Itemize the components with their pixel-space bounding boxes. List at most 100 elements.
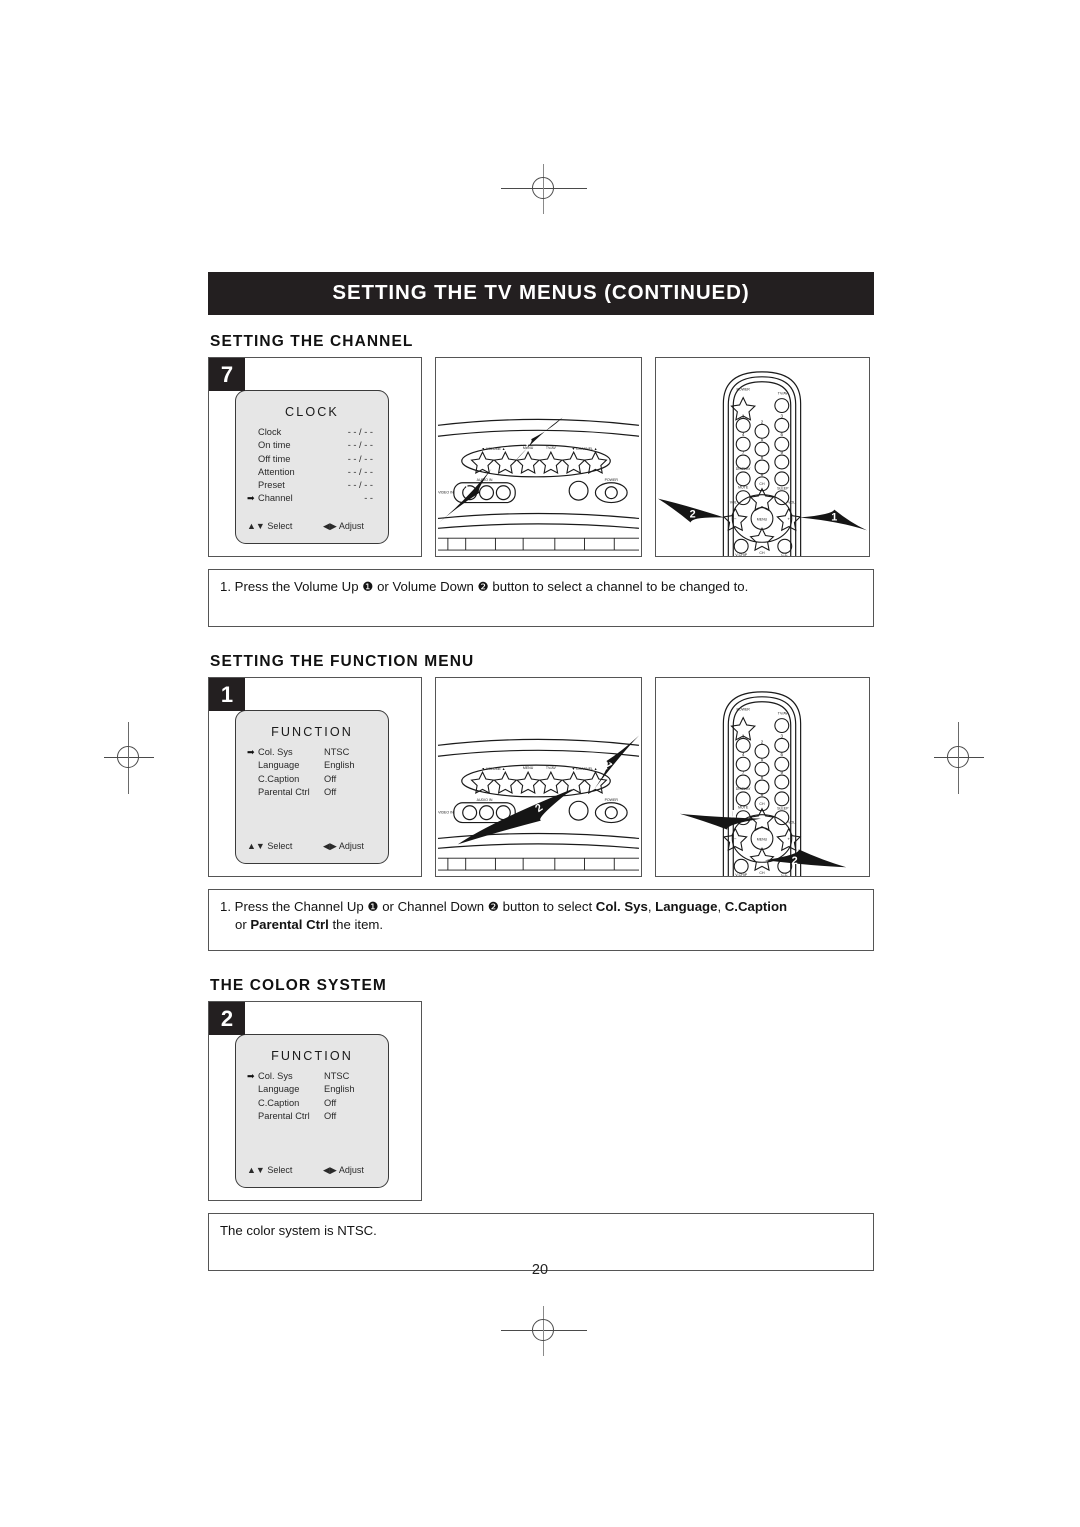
callout-number-1: 1 <box>519 438 532 449</box>
osd-row-value: - - <box>364 493 373 504</box>
osd-footer-select-hint: ▲▼ Select <box>247 521 293 531</box>
page-banner-title: SETTING THE TV MENUS (CONTINUED) <box>208 272 874 315</box>
glyph-plus: + <box>787 836 790 841</box>
key-number-2: 2 <box>761 739 764 744</box>
label-menu: MENU <box>757 517 768 521</box>
osd-footer-adjust-hint: ◀▶ Adjust <box>323 841 364 851</box>
glyph-minus: − <box>734 516 737 521</box>
button-1 <box>735 417 751 433</box>
callout-arrow-2: 2 <box>764 849 847 867</box>
label-ch-up: CH <box>759 482 765 486</box>
star-button-channel-down <box>749 847 775 872</box>
osd-row[interactable]: Language English <box>247 759 377 772</box>
star-button-tvav <box>538 450 564 474</box>
osd-row-value: NTSC <box>324 1071 350 1081</box>
speaker-grille <box>437 857 640 871</box>
osd-row-selected[interactable]: ➡ Col. Sys NTSC <box>247 746 377 759</box>
callout-number-2: 2 <box>792 855 798 867</box>
star-button-channel-up <box>583 770 608 794</box>
indicator-led <box>568 480 589 501</box>
button-4 <box>735 756 751 772</box>
selection-arrow-icon: ➡ <box>247 1071 255 1081</box>
tv-cabinet-seam <box>437 749 640 757</box>
remote-control-illustration-channel: POWER TV/AV DISPLAY MUTE SLEEP CH CH VOL… <box>655 357 870 557</box>
regmark-circle <box>117 746 139 768</box>
label-tvav: TV/AV <box>778 392 789 396</box>
star-button-volume-up <box>493 450 518 474</box>
label-video-in: VIDEO IN <box>438 491 454 495</box>
audio-in-jack-left <box>478 485 495 501</box>
osd-row-value: - - / - - <box>347 480 373 491</box>
key-number-6: 6 <box>781 432 784 437</box>
osd-footer-select-hint: ▲▼ Select <box>247 1165 293 1175</box>
label-cc: C.C. <box>781 873 788 876</box>
selection-arrow-icon <box>247 759 258 772</box>
osd-row[interactable]: Parental Ctrl Off <box>247 786 377 799</box>
label-power: POWER <box>736 388 750 392</box>
osd-row-value: Off <box>324 1097 337 1108</box>
glyph-plus: + <box>787 516 790 521</box>
callout-arrow-1: 1 <box>679 809 762 830</box>
osd-row[interactable]: Attention - - / - - <box>247 466 377 479</box>
selection-arrow-icon <box>247 1097 258 1110</box>
osd-row[interactable]: Language English <box>247 1083 377 1096</box>
button-6 <box>774 756 790 772</box>
label-sleep: SLEEP <box>777 487 789 491</box>
osd-row[interactable]: On time - - / - - <box>247 439 377 452</box>
panel-row-setting-the-channel: 7 CLOCK Clock - - / - - On time - - / - … <box>208 357 874 557</box>
instruction-note-channel: 1. Press the Volume Up ❶ or Volume Down … <box>208 569 874 627</box>
label-vol-up: VOL <box>788 501 795 505</box>
tv-cabinet-base-edge <box>437 523 640 529</box>
osd-row[interactable]: C.Caption Off <box>247 773 377 786</box>
label-cc: C.C. <box>781 553 788 556</box>
label-mute: MUTE <box>738 806 749 810</box>
osd-row-value: Off <box>324 773 337 784</box>
tv-front-panel-illustration-channel: ▼ VOLUME ▲ MENU TV/AV ▼ CHANNEL ▲ AUDIO … <box>435 357 642 557</box>
osd-panel-clock: 7 CLOCK Clock - - / - - On time - - / - … <box>208 357 422 557</box>
selection-arrow-icon <box>247 1083 258 1096</box>
osd-row-label: Clock <box>258 427 282 437</box>
osd-row-selected[interactable]: ➡ Col. Sys NTSC <box>247 1070 377 1083</box>
tv-cabinet-base-edge <box>437 843 640 849</box>
selection-arrow-icon <box>247 773 258 786</box>
label-mute: MUTE <box>738 486 749 490</box>
remote-control-illustration-function: POWER TV/AV DISPLAY MUTE SLEEP CH CH VOL… <box>655 677 870 877</box>
osd-footer-select-hint: ▲▼ Select <box>247 841 293 851</box>
label-ch-down: CH <box>759 551 765 555</box>
osd-row-selected[interactable]: ➡ Channel - - <box>247 492 377 505</box>
star-button-group <box>470 450 608 474</box>
osd-row[interactable]: Parental Ctrl Off <box>247 1110 377 1123</box>
label-tvav: TV/AV <box>546 766 557 770</box>
osd-row[interactable]: Preset - - / - - <box>247 479 377 492</box>
osd-row[interactable]: Clock - - / - - <box>247 426 377 439</box>
star-button-channel-down <box>561 450 586 474</box>
osd-row-value: English <box>324 760 355 771</box>
osd-row-value: - - / - - <box>347 466 373 477</box>
label-sleep: SLEEP <box>777 807 789 811</box>
selection-arrow-icon <box>247 1110 258 1123</box>
key-number-1: 1 <box>742 413 745 418</box>
label-tvav: TV/AV <box>778 712 789 716</box>
power-button-bezel <box>594 802 628 824</box>
selection-arrow-icon <box>247 426 258 439</box>
osd-row[interactable]: Off time - - / - - <box>247 453 377 466</box>
label-vchip: V-CHIP <box>735 553 747 556</box>
label-volume: ▼ VOLUME ▲ <box>481 447 505 451</box>
key-number-1: 1 <box>742 733 745 738</box>
button-sleep-upper <box>774 471 790 487</box>
label-display: DISPLAY <box>736 467 751 471</box>
button-vchip <box>733 538 749 554</box>
star-button-channel-down <box>749 527 775 552</box>
button-2 <box>754 423 770 439</box>
key-number-0: 0 <box>761 792 764 797</box>
button-cc <box>777 538 793 554</box>
label-tvav: TV/AV <box>546 446 557 450</box>
osd-row-label: On time <box>258 440 291 451</box>
label-audio-in: AUDIO IN <box>477 798 493 802</box>
regmark-circle <box>532 177 554 199</box>
glyph-minus: − <box>734 836 737 841</box>
registration-mark-right <box>928 722 990 794</box>
label-channel: ▼ CHANNEL ▲ <box>572 767 598 771</box>
osd-row[interactable]: C.Caption Off <box>247 1097 377 1110</box>
osd-screen-function: FUNCTION ➡ Col. Sys NTSC Language Englis… <box>235 710 389 864</box>
